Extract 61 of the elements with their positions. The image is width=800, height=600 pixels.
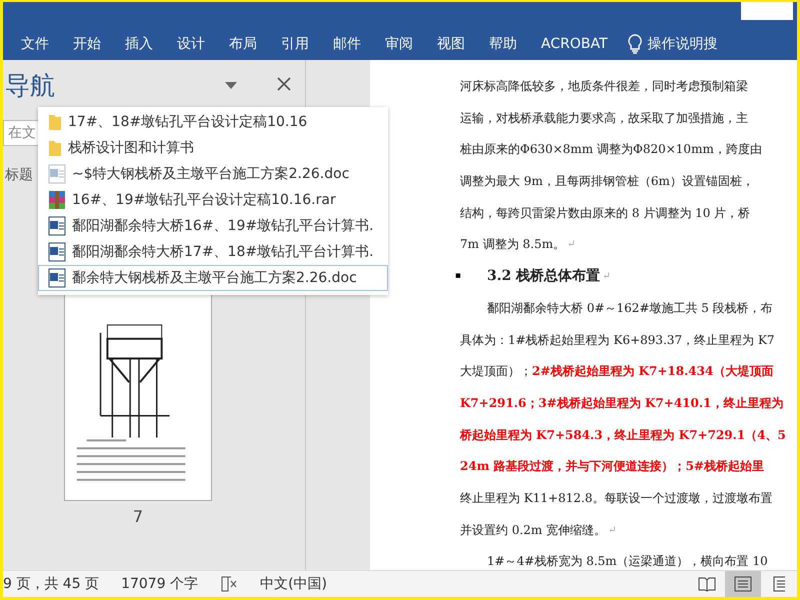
paragraph-mark: ↵ xyxy=(602,270,611,284)
folder-icon xyxy=(48,113,62,131)
text-run: 终止里程为 K11+812.8。每联设一个过渡墩，过渡墩布置 xyxy=(460,490,772,507)
text-run: 2#栈桥起始里程为 K7+18.434（大堤顶面 xyxy=(532,363,774,380)
file-item[interactable]: 16#、19#墩钻孔平台设计定稿10.16.rar xyxy=(38,187,388,213)
text-run: 桥起始里程为 K7+584.3，终止里程为 K7+729.1（4、5 xyxy=(460,426,786,444)
text-run: 桩由原来的Φ630×8mm 调整为Φ820×10mm，跨度由 xyxy=(460,141,762,158)
ribbon-tab[interactable]: 审阅 xyxy=(373,35,425,53)
text-run: 24m 路基段过渡，并与下河便道连接）；5#栈桥起始里 xyxy=(460,458,764,476)
page-number: 7 xyxy=(132,507,144,526)
text-run: 大堤顶面）； xyxy=(460,363,532,380)
file-item[interactable]: 17#、18#墩钻孔平台设计定稿10.16 xyxy=(38,109,388,135)
ribbon-tab[interactable]: 布局 xyxy=(217,35,269,53)
language-indicator[interactable]: 中文(中国) xyxy=(260,575,328,593)
view-mode-button[interactable] xyxy=(725,571,761,597)
file-item[interactable]: 鄱阳湖鄱余特大桥16#、19#墩钻孔平台计算书. xyxy=(38,213,388,239)
file-item[interactable]: 栈桥设计图和计算书 xyxy=(38,135,388,161)
ribbon-tab[interactable]: ACROBAT xyxy=(529,36,620,52)
web-layout-icon xyxy=(773,576,785,592)
proofing-book-icon[interactable] xyxy=(220,576,238,592)
ribbon-tab[interactable]: 帮助 xyxy=(477,35,529,53)
file-item[interactable]: 鄱余特大钢栈桥及主墩平台施工方案2.26.doc xyxy=(38,265,388,291)
page-thumbnail-drawing[interactable] xyxy=(64,292,212,501)
headings-tab[interactable]: 标题 xyxy=(3,166,33,184)
bullet-mark: ▪ xyxy=(455,270,462,284)
ribbon-tab[interactable]: 插入 xyxy=(113,35,165,53)
lightbulb-icon[interactable] xyxy=(628,34,642,54)
text-run: 并设置约 0.2m 宽伸缩缝。 xyxy=(460,522,606,539)
book-icon xyxy=(698,576,716,592)
ribbon-tab[interactable]: 开始 xyxy=(61,35,113,53)
text-run: 运输，对栈桥承载能力要求高，故采取了加强措施，主 xyxy=(460,110,748,127)
folder-icon xyxy=(48,139,62,157)
ribbon-tab[interactable]: 设计 xyxy=(165,35,217,53)
word-document-icon xyxy=(48,268,66,288)
text-run: 鄱阳湖鄱余特大桥 0#～162#墩施工共 5 段栈桥，布 xyxy=(487,300,773,317)
text-run: 调整为最大 9m，且每两排钢管桩（6m）设置锚固桩， xyxy=(460,173,754,190)
paragraph-mark: ↵ xyxy=(567,238,576,252)
text-run: 1#～4#栈桥宽为 8.5m（运梁通道），横向布置 10 xyxy=(487,553,768,570)
text-run: 结构，每跨贝雷梁片数由原来的 8 片调整为 10 片，桥 xyxy=(460,204,750,222)
text-run: 7m 调整为 8.5m。 xyxy=(460,236,566,254)
document-icon xyxy=(48,164,66,184)
pane-title: 导航 xyxy=(5,70,56,102)
text-run: 具体为：1#栈桥起始里程为 K6+893.37，终止里程为 K7 xyxy=(460,332,775,348)
word-count[interactable]: 17079 个字 xyxy=(121,575,198,593)
ribbon-tab[interactable]: 引用 xyxy=(269,35,321,53)
file-item[interactable]: ~$特大钢栈桥及主墩平台施工方案2.26.doc xyxy=(38,161,388,187)
paragraph-mark: ↵ xyxy=(608,524,616,538)
text-run: 河床标高降低较多，地质条件很差，同时考虑预制箱梁 xyxy=(460,78,748,95)
text-run: K7+291.6；3#栈桥起始里程为 K7+410.1，终止里程为 xyxy=(460,394,784,412)
word-document-icon xyxy=(48,216,66,236)
section-heading: 3.2 栈桥总体布置 xyxy=(487,267,600,286)
page-count[interactable]: 9 页，共 45 页 xyxy=(3,575,100,593)
archive-icon xyxy=(48,190,66,210)
ribbon-tab[interactable]: 邮件 xyxy=(321,35,373,53)
ribbon-tab[interactable]: 视图 xyxy=(425,35,477,53)
file-item[interactable]: 鄱阳湖鄱余特大桥17#、18#墩钻孔平台计算书. xyxy=(38,239,388,265)
word-document-icon xyxy=(48,242,66,262)
tell-me-search[interactable]: 操作说明搜 xyxy=(648,35,718,53)
ribbon-tab[interactable]: 文件 xyxy=(9,35,61,53)
dropdown-caret-icon[interactable] xyxy=(225,82,237,88)
page-layout-icon xyxy=(734,576,752,592)
